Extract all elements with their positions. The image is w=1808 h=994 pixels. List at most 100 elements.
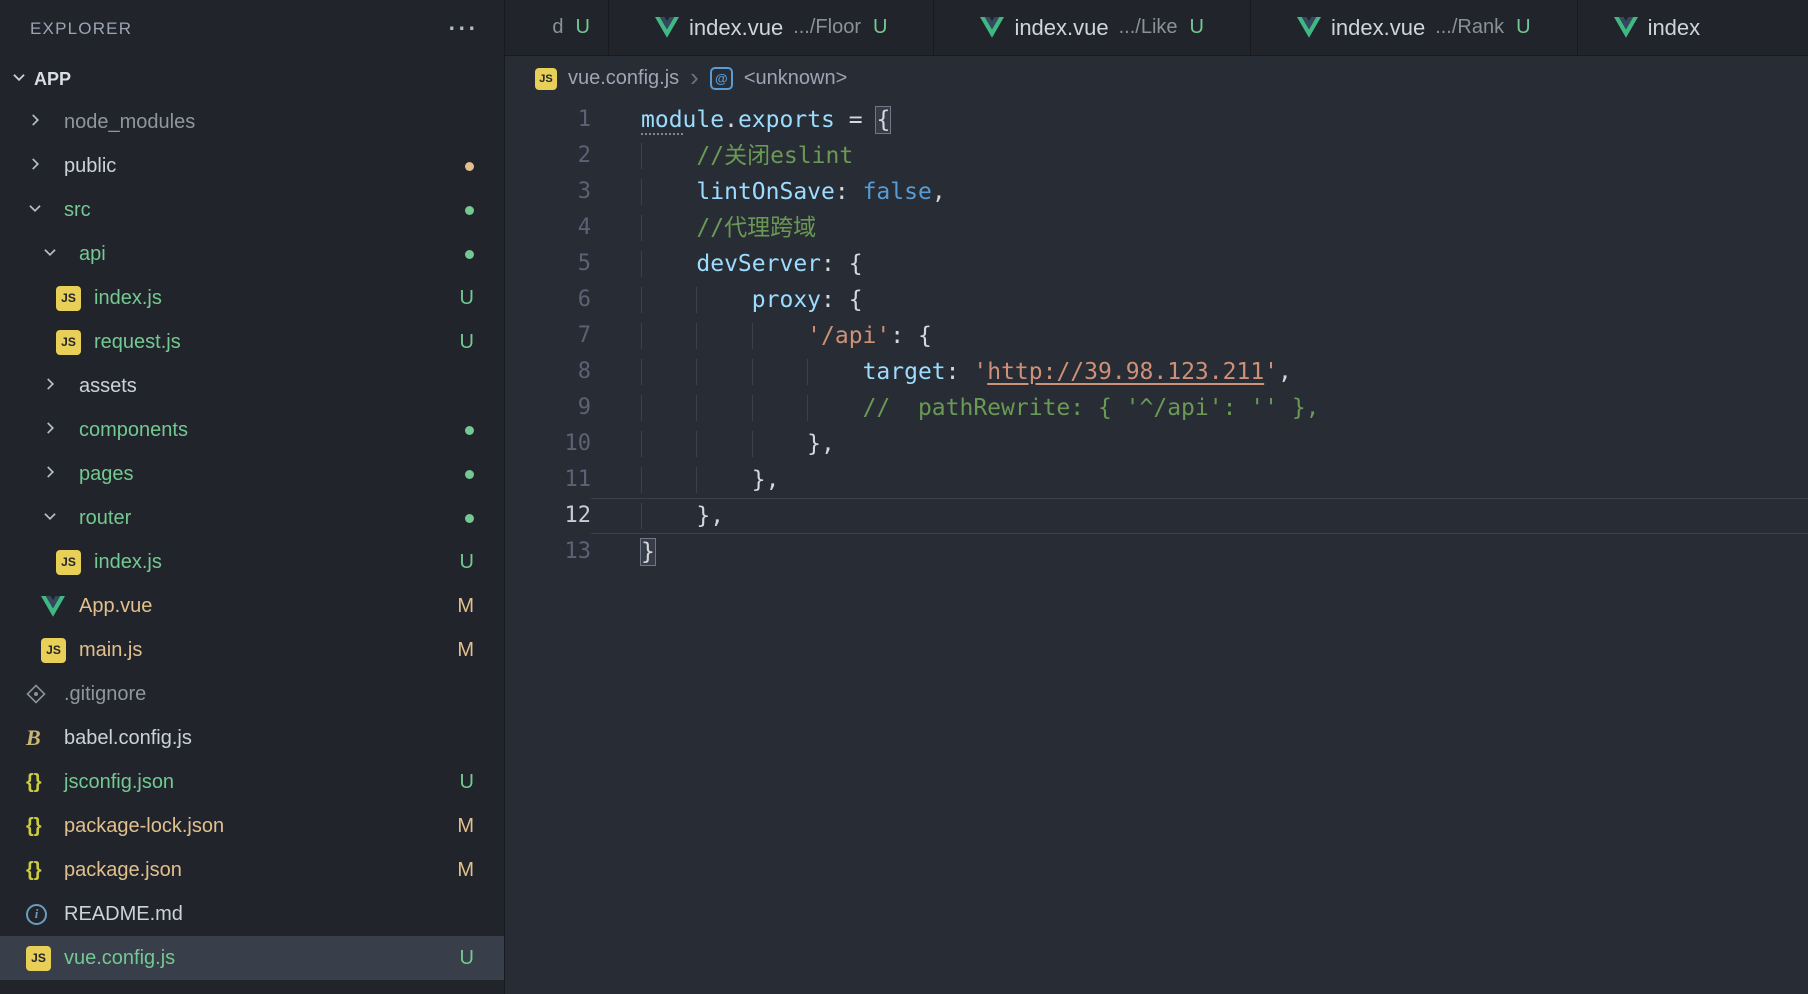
folder-item-router[interactable]: router <box>0 496 504 540</box>
line-number[interactable]: 9 <box>505 390 591 426</box>
code-area[interactable]: 1 module.exports = {2 //关闭eslint 3 lintOnS… <box>505 101 1808 994</box>
more-actions-icon[interactable]: ⋯ <box>447 14 478 44</box>
item-badges <box>465 205 474 215</box>
code-token: { <box>917 323 932 349</box>
folder-item-pages[interactable]: pages <box>0 452 504 496</box>
code-line-1[interactable]: 1 module.exports = { <box>505 102 1808 138</box>
editor-tab-index.vue[interactable]: index.vue .../Rank U <box>1251 0 1578 55</box>
chevron-down-icon <box>41 507 59 530</box>
git-status-badge: M <box>457 594 474 617</box>
git-status-badge: U <box>459 550 474 573</box>
item-icon-box <box>41 243 79 266</box>
file-item-babel.config.js[interactable]: Bbabel.config.js <box>0 716 504 760</box>
item-label: request.js <box>94 330 181 353</box>
code-line-4[interactable]: 4 //代理跨域 <box>505 210 1808 246</box>
file-item-jsconfig.json[interactable]: {} jsconfig.json U <box>0 760 504 804</box>
file-item-index.js[interactable]: JS index.js U <box>0 540 504 584</box>
item-label: main.js <box>79 638 143 661</box>
line-content[interactable]: }, <box>591 426 1808 462</box>
line-number[interactable]: 2 <box>505 138 591 174</box>
code-token: target <box>862 359 946 385</box>
indent-guide <box>641 395 696 421</box>
line-number[interactable]: 13 <box>505 534 592 570</box>
folder-item-public[interactable]: public <box>0 144 504 188</box>
line-number[interactable]: 12 <box>505 498 592 534</box>
item-label: .gitignore <box>64 682 147 705</box>
line-number[interactable]: 10 <box>505 426 592 462</box>
line-content[interactable]: } <box>591 534 1808 570</box>
file-item-package.json[interactable]: {} package.json M <box>0 848 504 892</box>
chevron-right-icon <box>41 375 59 398</box>
folder-item-components[interactable]: components <box>0 408 504 452</box>
folder-item-src[interactable]: src <box>0 188 504 232</box>
code-line-2[interactable]: 2 //关闭eslint <box>505 138 1808 174</box>
line-number[interactable]: 3 <box>505 174 591 210</box>
tab-folder-description: .../Rank <box>1435 16 1505 38</box>
item-icon-box <box>41 419 79 442</box>
code-line-13[interactable]: 13} <box>505 534 1808 570</box>
code-line-6[interactable]: 6 proxy: { <box>505 282 1808 318</box>
folder-item-api[interactable]: api <box>0 232 504 276</box>
editor-tab-index.vue[interactable]: index.vue .../Floor U <box>609 0 935 55</box>
code-token: devServer <box>696 251 822 277</box>
file-item-.gitignore[interactable]: .gitignore <box>0 672 504 716</box>
file-item-index.js[interactable]: JS index.js U <box>0 276 504 320</box>
line-content[interactable]: }, <box>591 498 1808 534</box>
line-number[interactable]: 4 <box>505 210 591 246</box>
line-number[interactable]: 11 <box>505 462 592 498</box>
line-number[interactable]: 6 <box>505 282 591 318</box>
code-line-12[interactable]: 12 }, <box>505 498 1808 534</box>
folder-item-assets[interactable]: assets <box>0 364 504 408</box>
line-number[interactable]: 5 <box>505 246 591 282</box>
git-status-badge: U <box>459 330 474 353</box>
file-item-app.vue[interactable]: App.vue M <box>0 584 504 628</box>
tab-file-name: index.vue <box>1014 14 1109 40</box>
line-number[interactable]: 7 <box>505 318 591 354</box>
json-icon: {} <box>26 770 42 793</box>
code-line-11[interactable]: 11 }, <box>505 462 1808 498</box>
section-header-app[interactable]: APP <box>0 58 504 100</box>
code-line-8[interactable]: 8 target: 'http://39.98.123.211', <box>505 354 1808 390</box>
code-line-10[interactable]: 10 }, <box>505 426 1808 462</box>
code-token: //关闭eslint <box>696 143 854 169</box>
line-number[interactable]: 1 <box>505 102 591 138</box>
line-content[interactable]: //关闭eslint <box>591 138 1808 174</box>
folder-item-nodemodules[interactable]: node_modules <box>0 100 504 144</box>
line-content[interactable]: lintOnSave: false, <box>591 174 1808 210</box>
file-item-main.js[interactable]: JS main.js M <box>0 628 504 672</box>
file-item-package-lock.json[interactable]: {} package-lock.json M <box>0 804 504 848</box>
editor-tab-index.vue[interactable]: index.vue .../Like U <box>934 0 1251 55</box>
line-content[interactable]: proxy: { <box>591 282 1808 318</box>
item-label: node_modules <box>64 110 196 133</box>
code-line-7[interactable]: 7 '/api': { <box>505 318 1808 354</box>
file-item-vue.config.js[interactable]: JS vue.config.js U <box>0 936 504 980</box>
line-content[interactable]: }, <box>591 462 1808 498</box>
code-token: //代理跨域 <box>696 215 817 241</box>
line-content[interactable]: module.exports = { <box>591 102 1808 138</box>
chevron-right-icon <box>26 155 44 178</box>
breadcrumb-file[interactable]: vue.config.js <box>568 67 679 90</box>
git-status-badge: U <box>575 16 590 38</box>
line-content[interactable]: '/api': { <box>591 318 1808 354</box>
line-content[interactable]: target: 'http://39.98.123.211', <box>591 354 1808 390</box>
code-line-3[interactable]: 3 lintOnSave: false, <box>505 174 1808 210</box>
editor-tab-index[interactable]: index <box>1577 0 1808 55</box>
line-number[interactable]: 8 <box>505 354 591 390</box>
code-token: lintOnSave <box>696 179 835 205</box>
item-icon-box: {} <box>26 771 64 794</box>
indent-guide <box>752 323 807 349</box>
line-content[interactable]: devServer: { <box>591 246 1808 282</box>
chevron-down-icon <box>41 243 59 266</box>
line-content[interactable]: //代理跨域 <box>591 210 1808 246</box>
line-content[interactable]: // pathRewrite: { '^/api': '' }, <box>591 390 1808 426</box>
breadcrumb-symbol[interactable]: <unknown> <box>744 67 847 90</box>
code-line-5[interactable]: 5 devServer: { <box>505 246 1808 282</box>
tab-file-name: index.vue <box>689 14 784 40</box>
editor-tab-partial[interactable]: dU <box>505 0 609 55</box>
explorer-title: EXPLORER <box>30 19 133 38</box>
code-line-9[interactable]: 9 // pathRewrite: { '^/api': '' }, <box>505 390 1808 426</box>
item-icon-box <box>41 595 79 617</box>
file-item-readme.md[interactable]: i README.md <box>0 892 504 936</box>
section-label: APP <box>34 68 72 89</box>
file-item-request.js[interactable]: JS request.js U <box>0 320 504 364</box>
